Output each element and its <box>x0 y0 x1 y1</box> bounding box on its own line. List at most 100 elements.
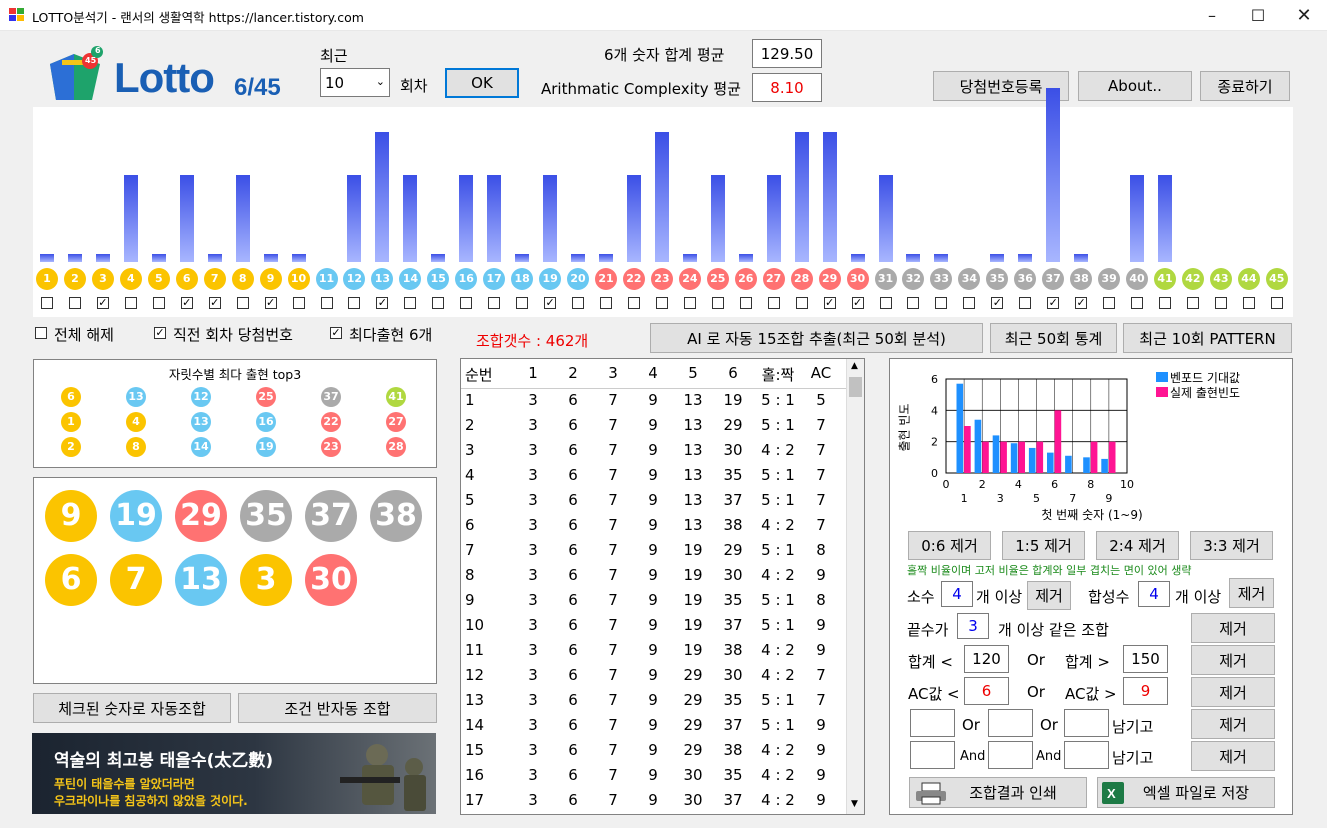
lastdigit-input[interactable]: 3 <box>957 613 989 639</box>
number-checkbox-3[interactable]: ✓ <box>96 297 109 309</box>
stats50-button[interactable]: 최근 50회 통계 <box>990 323 1117 353</box>
number-checkbox-36[interactable] <box>1019 297 1032 309</box>
number-checkbox-31[interactable] <box>879 297 892 309</box>
table-row[interactable]: 4 3 6 7 9 13 35 5 : 1 7 <box>461 463 846 488</box>
and-input-3[interactable] <box>1064 741 1109 769</box>
number-checkbox-18[interactable] <box>516 297 529 309</box>
table-row[interactable]: 11 3 6 7 9 19 38 4 : 2 9 <box>461 638 846 663</box>
scroll-thumb[interactable] <box>849 377 862 397</box>
table-row[interactable]: 12 3 6 7 9 29 30 4 : 2 7 <box>461 663 846 688</box>
lastdigit-remove-button[interactable]: 제거 <box>1191 613 1275 643</box>
recent-select[interactable]: 10 ⌄ <box>320 68 390 97</box>
table-row[interactable]: 13 3 6 7 9 29 35 5 : 1 7 <box>461 688 846 713</box>
pattern10-button[interactable]: 최근 10회 PATTERN <box>1123 323 1292 353</box>
ok-button[interactable]: OK <box>445 68 519 98</box>
number-checkbox-45[interactable] <box>1270 297 1283 309</box>
number-checkbox-37[interactable]: ✓ <box>1047 297 1060 309</box>
ad-banner[interactable]: 역술의 최고봉 태을수(太乙數) 푸틴이 태을수를 알았더라면 우크라이나를 침… <box>32 733 436 814</box>
number-checkbox-39[interactable] <box>1103 297 1116 309</box>
and-input-2[interactable] <box>988 741 1033 769</box>
scroll-up-icon[interactable]: ▲ <box>851 361 858 371</box>
print-button[interactable]: 조합결과 인쇄 <box>909 777 1087 808</box>
clear-all-checkbox[interactable] <box>35 327 47 339</box>
composite-remove-button[interactable]: 제거 <box>1229 578 1274 608</box>
most-frequent-checkbox[interactable]: ✓ <box>330 327 342 339</box>
number-checkbox-30[interactable]: ✓ <box>851 297 864 309</box>
ai-extract-button[interactable]: AI 로 자동 15조합 추출(최근 50회 분석) <box>650 323 983 353</box>
table-scrollbar[interactable]: ▲ ▼ <box>846 359 864 814</box>
number-checkbox-2[interactable] <box>68 297 81 309</box>
composite-input[interactable]: 4 <box>1138 581 1170 607</box>
scroll-down-icon[interactable]: ▼ <box>851 799 858 809</box>
number-checkbox-42[interactable] <box>1186 297 1199 309</box>
number-checkbox-7[interactable]: ✓ <box>208 297 221 309</box>
number-checkbox-5[interactable] <box>152 297 165 309</box>
sum-lt-input[interactable]: 120 <box>964 645 1009 673</box>
table-row[interactable]: 5 3 6 7 9 13 37 5 : 1 7 <box>461 488 846 513</box>
table-row[interactable]: 8 3 6 7 9 19 30 4 : 2 9 <box>461 563 846 588</box>
table-row[interactable]: 2 3 6 7 9 13 29 5 : 1 7 <box>461 413 846 438</box>
number-checkbox-4[interactable] <box>124 297 137 309</box>
table-row[interactable]: 7 3 6 7 9 19 29 5 : 1 8 <box>461 538 846 563</box>
exit-button[interactable]: 종료하기 <box>1200 71 1290 101</box>
combination-table[interactable]: 순번 1 2 3 4 5 6 홀:짝 AC 1 3 6 7 9 13 19 5 : 1 5 2 3 6 7 9 13 29 5 … <box>460 358 865 815</box>
number-checkbox-27[interactable] <box>767 297 780 309</box>
number-checkbox-35[interactable]: ✓ <box>991 297 1004 309</box>
number-checkbox-41[interactable] <box>1159 297 1171 309</box>
table-row[interactable]: 14 3 6 7 9 29 37 5 : 1 9 <box>461 713 846 738</box>
ac-lt-input[interactable]: 6 <box>964 677 1009 705</box>
number-checkbox-16[interactable] <box>460 297 473 309</box>
number-checkbox-20[interactable] <box>572 297 585 309</box>
about-button[interactable]: About.. <box>1078 71 1192 101</box>
number-checkbox-23[interactable] <box>655 297 668 309</box>
table-row[interactable]: 9 3 6 7 9 19 35 5 : 1 8 <box>461 588 846 613</box>
ac-gt-input[interactable]: 9 <box>1123 677 1168 705</box>
number-checkbox-17[interactable] <box>488 297 501 309</box>
sum-gt-input[interactable]: 150 <box>1123 645 1168 673</box>
prime-input[interactable]: 4 <box>941 581 973 607</box>
number-checkbox-44[interactable] <box>1242 297 1255 309</box>
table-row[interactable]: 16 3 6 7 9 30 35 4 : 2 9 <box>461 763 846 788</box>
or-input-2[interactable] <box>988 709 1033 737</box>
sum-remove-button[interactable]: 제거 <box>1191 645 1275 675</box>
number-checkbox-25[interactable] <box>711 297 724 309</box>
remove-1-5-button[interactable]: 1:5 제거 <box>1002 531 1085 560</box>
remove-0-6-button[interactable]: 0:6 제거 <box>908 531 991 560</box>
number-checkbox-43[interactable] <box>1214 297 1227 309</box>
number-checkbox-1[interactable] <box>41 297 53 309</box>
number-checkbox-22[interactable] <box>627 297 640 309</box>
close-icon[interactable]: ✕ <box>1281 0 1327 31</box>
number-checkbox-10[interactable] <box>292 297 305 309</box>
remove-2-4-button[interactable]: 2:4 제거 <box>1096 531 1179 560</box>
number-checkbox-15[interactable] <box>432 297 445 309</box>
number-checkbox-40[interactable] <box>1131 297 1144 309</box>
last-round-checkbox[interactable]: ✓ <box>154 327 166 339</box>
number-checkbox-32[interactable] <box>907 297 920 309</box>
and-remove-button[interactable]: 제거 <box>1191 741 1275 771</box>
number-checkbox-38[interactable]: ✓ <box>1075 297 1088 309</box>
number-checkbox-14[interactable] <box>404 297 417 309</box>
table-row[interactable]: 10 3 6 7 9 19 37 5 : 1 9 <box>461 613 846 638</box>
or-input-1[interactable] <box>910 709 955 737</box>
semi-auto-button[interactable]: 조건 반자동 조합 <box>238 693 437 723</box>
number-checkbox-24[interactable] <box>683 297 696 309</box>
number-checkbox-13[interactable]: ✓ <box>376 297 389 309</box>
table-row[interactable]: 17 3 6 7 9 30 37 4 : 2 9 <box>461 788 846 813</box>
auto-combo-button[interactable]: 체크된 숫자로 자동조합 <box>33 693 231 723</box>
number-checkbox-29[interactable]: ✓ <box>823 297 836 309</box>
table-row[interactable]: 15 3 6 7 9 29 38 4 : 2 9 <box>461 738 846 763</box>
number-checkbox-8[interactable] <box>236 297 249 309</box>
excel-button[interactable]: X 엑셀 파일로 저장 <box>1097 777 1275 808</box>
maximize-icon[interactable]: ☐ <box>1235 0 1281 31</box>
number-checkbox-19[interactable]: ✓ <box>544 297 557 309</box>
ac-remove-button[interactable]: 제거 <box>1191 677 1275 707</box>
minimize-icon[interactable]: – <box>1189 0 1235 31</box>
remove-3-3-button[interactable]: 3:3 제거 <box>1190 531 1273 560</box>
table-row[interactable]: 6 3 6 7 9 13 38 4 : 2 7 <box>461 513 846 538</box>
number-checkbox-9[interactable]: ✓ <box>264 297 277 309</box>
number-checkbox-26[interactable] <box>739 297 752 309</box>
prime-remove-button[interactable]: 제거 <box>1027 581 1071 610</box>
and-input-1[interactable] <box>910 741 955 769</box>
or-remove-button[interactable]: 제거 <box>1191 709 1275 739</box>
table-row[interactable]: 3 3 6 7 9 13 30 4 : 2 7 <box>461 438 846 463</box>
